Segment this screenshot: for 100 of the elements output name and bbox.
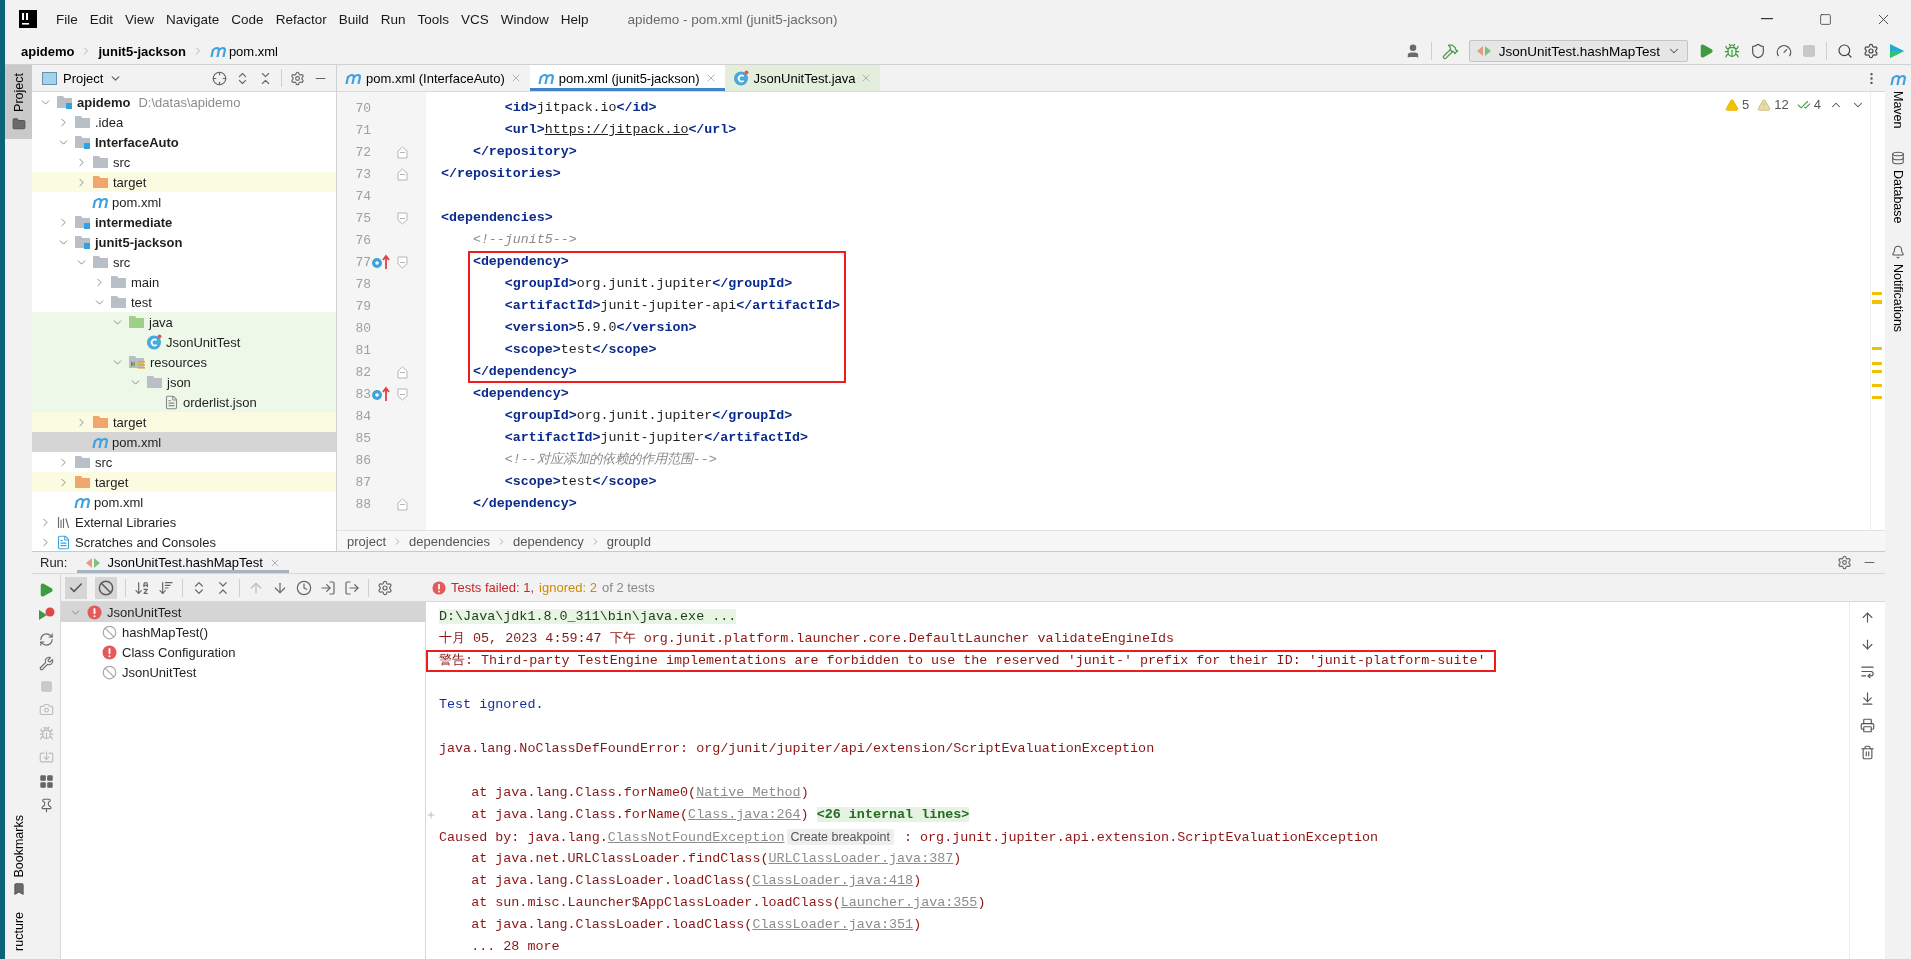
folded-lines-link[interactable]: <26 internal lines>	[816, 807, 970, 822]
tree-item[interactable]: src	[32, 152, 336, 172]
profiler-icon[interactable]	[1776, 43, 1792, 59]
coverage-icon[interactable]	[1750, 43, 1766, 59]
view-selector[interactable]: Project	[42, 70, 123, 86]
test-tree-row[interactable]: hashMapTest()	[61, 622, 425, 642]
bell-icon[interactable]	[1891, 245, 1905, 260]
tree-item[interactable]: Scratches and Consoles	[32, 532, 336, 551]
up-icon[interactable]	[1860, 610, 1875, 625]
inspection-count[interactable]: 5	[1725, 97, 1750, 112]
breadcrumb[interactable]: dependency	[513, 533, 584, 549]
fold-marker-icon[interactable]	[397, 211, 408, 225]
test-tree-row[interactable]: JsonUnitTest	[61, 602, 425, 622]
source-link[interactable]: ClassLoader.java:418	[752, 873, 914, 888]
menu-item[interactable]: View	[120, 8, 160, 30]
tree-item[interactable]: pom.xml	[32, 432, 336, 452]
down-icon[interactable]	[1860, 637, 1875, 652]
wrap-icon[interactable]	[1860, 664, 1875, 679]
wrench-icon[interactable]	[38, 656, 54, 671]
tool-window-tab[interactable]: Notifications	[1885, 237, 1911, 341]
tool-window-tab[interactable]: Bookmarks	[5, 806, 32, 905]
tree-item[interactable]: InterfaceAuto	[32, 132, 336, 152]
tree-item[interactable]: .idea	[32, 112, 336, 132]
trash-icon[interactable]	[1860, 745, 1875, 760]
url-link[interactable]: https://jitpack.io	[544, 122, 689, 137]
tree-item[interactable]: main	[32, 272, 336, 292]
tree-item[interactable]: src	[32, 252, 336, 272]
filter-toggle[interactable]	[95, 576, 117, 599]
source-link[interactable]: Native Method	[696, 785, 801, 800]
database-icon[interactable]	[1891, 150, 1905, 165]
fold-marker-icon[interactable]	[397, 255, 408, 269]
filter-toggle[interactable]	[65, 576, 87, 599]
breadcrumb[interactable]: groupId	[606, 533, 651, 549]
tree-item[interactable]: target	[32, 172, 336, 192]
tree-item[interactable]: target	[32, 472, 336, 492]
run-icon[interactable]	[1698, 43, 1714, 59]
run-config-dropdown[interactable]: JsonUnitTest.hashMapTest	[1468, 40, 1688, 62]
expand-icon[interactable]	[426, 810, 436, 820]
menu-item[interactable]: Navigate	[161, 8, 225, 30]
tree-item[interactable]: orderlist.json	[32, 392, 336, 412]
menu-item[interactable]: Code	[226, 8, 269, 30]
tree-item[interactable]: JsonUnitTest	[32, 332, 336, 352]
breadcrumb[interactable]: dependencies	[409, 533, 490, 549]
maven-icon[interactable]	[1890, 73, 1906, 86]
menu-item[interactable]: VCS	[456, 8, 494, 30]
bug-icon[interactable]	[38, 726, 54, 741]
camera-icon[interactable]	[38, 702, 54, 717]
tree-item[interactable]: java	[32, 312, 336, 332]
tree-item[interactable]: resources	[32, 352, 336, 372]
hammer-icon[interactable]	[1441, 42, 1459, 60]
tree-item[interactable]: target	[32, 412, 336, 432]
menu-item[interactable]: Refactor	[270, 8, 332, 30]
breadcrumb[interactable]: apidemo	[19, 43, 77, 59]
search-icon[interactable]	[1837, 43, 1853, 59]
fold-marker-icon[interactable]	[397, 497, 408, 511]
menu-item[interactable]: Help	[555, 8, 594, 30]
breadcrumb[interactable]: junit5-jackson	[96, 43, 188, 59]
override-marker-icon[interactable]	[371, 386, 391, 402]
editor-tab[interactable]: JsonUnitTest.java	[724, 65, 881, 91]
breadcrumb[interactable]: project	[347, 533, 387, 549]
source-link[interactable]: URLClassLoader.java:387	[768, 851, 954, 866]
export-icon[interactable]	[344, 579, 360, 596]
tool-window-tab[interactable]: Project	[5, 65, 32, 139]
tool-window-tab[interactable]: ructure	[5, 904, 32, 959]
override-marker-icon[interactable]	[371, 254, 391, 270]
menu-item[interactable]: Edit	[84, 8, 119, 30]
rerun-failed-icon[interactable]	[37, 607, 55, 623]
fold-marker-icon[interactable]	[397, 365, 408, 379]
app-logo-icon[interactable]	[19, 10, 37, 28]
settings-icon[interactable]	[290, 70, 305, 86]
tree-item[interactable]: intermediate	[32, 212, 336, 232]
settings-icon[interactable]	[1863, 43, 1879, 59]
test-tree-row[interactable]: Class Configuration	[61, 642, 425, 662]
test-tree-row[interactable]: JsonUnitTest	[61, 662, 425, 682]
sort-duration-icon[interactable]	[158, 579, 174, 596]
source-link[interactable]: ClassLoader.java:351	[752, 917, 914, 932]
sort-alpha-icon[interactable]	[134, 579, 150, 596]
locate-icon[interactable]	[212, 70, 227, 86]
print-icon[interactable]	[1860, 718, 1875, 733]
run-icon[interactable]	[38, 582, 54, 598]
tree-item[interactable]: pom.xml	[32, 192, 336, 212]
import-icon[interactable]	[320, 579, 336, 596]
fold-marker-icon[interactable]	[397, 167, 408, 181]
tree-item[interactable]: test	[32, 292, 336, 312]
settings-icon[interactable]	[1837, 555, 1852, 570]
menu-item[interactable]: Build	[333, 8, 374, 30]
tool-window-tab[interactable]: Maven	[1885, 65, 1911, 137]
menu-item[interactable]: Run	[375, 8, 411, 30]
tree-item[interactable]: json	[32, 372, 336, 392]
tree-item[interactable]: junit5-jackson	[32, 232, 336, 252]
layout-icon[interactable]	[38, 774, 54, 789]
tree-item[interactable]: pom.xml	[32, 492, 336, 512]
menu-item[interactable]: File	[51, 8, 83, 30]
tree-item[interactable]: apidemo D:\datas\apidemo	[32, 92, 336, 112]
breadcrumb[interactable]: pom.xml	[207, 43, 280, 59]
fold-marker-icon[interactable]	[397, 145, 408, 159]
toolbox-logo-icon[interactable]	[1889, 43, 1905, 59]
history-icon[interactable]	[296, 579, 312, 596]
tree-item[interactable]: src	[32, 452, 336, 472]
menu-item[interactable]: Tools	[412, 8, 454, 30]
